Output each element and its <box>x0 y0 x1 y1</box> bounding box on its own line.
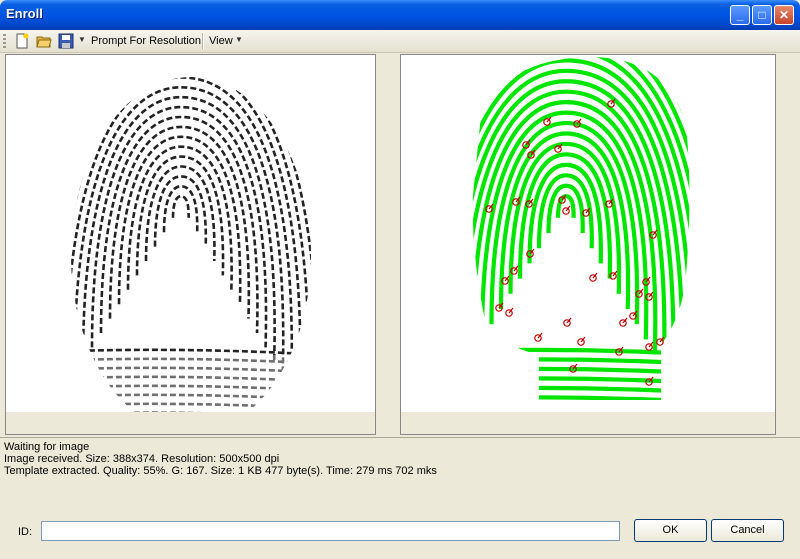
enroll-window: Enroll _ □ ✕ ▼ Prompt For Resolution Vie… <box>0 0 800 559</box>
new-document-icon[interactable] <box>14 33 30 49</box>
open-folder-icon[interactable] <box>36 33 52 49</box>
view-menu-button[interactable]: View <box>209 35 233 47</box>
save-disk-icon[interactable] <box>58 33 74 49</box>
window-title: Enroll <box>6 6 43 21</box>
fingerprint-image-panel <box>5 54 376 435</box>
ridge-line <box>472 395 690 400</box>
ridge-line <box>171 194 190 218</box>
ridge-line <box>72 85 285 377</box>
processed-template-panel <box>400 54 776 435</box>
right-panel-footer <box>401 412 775 434</box>
minimize-button[interactable]: _ <box>730 5 750 25</box>
log-divider <box>0 437 800 438</box>
status-log: Waiting for image Image received. Size: … <box>4 441 796 493</box>
ridge-line <box>153 175 208 247</box>
processed-fingerprint-image <box>472 56 690 400</box>
toolbar-grip[interactable] <box>3 34 6 48</box>
close-button[interactable]: ✕ <box>774 5 794 25</box>
raw-fingerprint-image <box>6 77 375 433</box>
left-panel-footer <box>6 412 375 434</box>
prompt-for-resolution-button[interactable]: Prompt For Resolution <box>91 35 201 47</box>
view-dropdown-arrow-icon[interactable]: ▼ <box>235 35 243 44</box>
ridge-line <box>162 184 199 233</box>
title-bar[interactable]: Enroll _ □ ✕ <box>0 0 800 30</box>
toolbar-separator <box>202 33 204 49</box>
panel-splitter[interactable] <box>376 54 400 435</box>
id-input[interactable] <box>41 521 620 541</box>
cancel-button[interactable]: Cancel <box>711 519 784 542</box>
log-line: Image received. Size: 388x374. Resolutio… <box>4 453 280 465</box>
id-label: ID: <box>18 526 33 538</box>
ridge-line <box>126 145 233 290</box>
maximize-button[interactable]: □ <box>752 5 772 25</box>
toolbar: ▼ Prompt For Resolution View ▼ <box>0 30 800 53</box>
log-line: Template extracted. Quality: 55%. G: 167… <box>4 465 437 477</box>
save-dropdown-arrow-icon[interactable]: ▼ <box>78 35 86 44</box>
ridge-line <box>546 183 585 234</box>
log-line: Waiting for image <box>4 441 90 453</box>
ridge-line <box>90 105 268 348</box>
ok-button[interactable]: OK <box>634 519 707 542</box>
